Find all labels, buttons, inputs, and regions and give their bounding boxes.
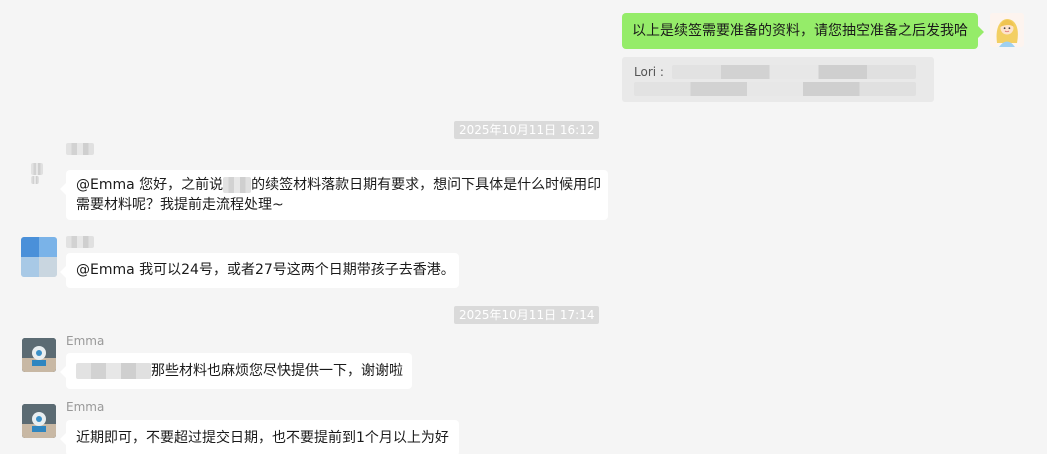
sender-name: Emma — [66, 334, 105, 348]
contact-avatar[interactable] — [21, 237, 57, 277]
self-avatar[interactable] — [990, 13, 1024, 47]
message-text: 的续签材料落款日期有要求，想问下具体是什么时候用印 — [251, 177, 602, 193]
message-text: 以上是续签需要准备的资料，请您抽空准备之后发我哈 — [632, 23, 968, 39]
incoming-message[interactable]: 近期即可，不要超过提交日期，也不要提前到1个月以上为好 — [60, 420, 459, 454]
quoted-message[interactable]: Lori : — [622, 57, 934, 102]
message-text: @Emma 我可以24号，或者27号这两个日期带孩子去香港。 — [76, 262, 455, 278]
sender-name: Emma — [66, 400, 105, 414]
incoming-message[interactable]: @Emma 您好，之前说 的续签材料落款日期有要求，想问下具体是什么时候用印 需要… — [60, 170, 608, 220]
redacted-text — [634, 82, 916, 96]
quote-sender-label: Lori : — [634, 65, 664, 79]
message-text: @Emma 您好，之前说 — [76, 177, 224, 193]
redacted-text — [76, 363, 151, 379]
princess-avatar-icon — [990, 13, 1024, 47]
timestamp: 2025年10月11日 16:12 — [454, 121, 600, 139]
message-line-1: @Emma 您好，之前说 的续签材料落款日期有要求，想问下具体是什么时候用印 — [76, 175, 602, 195]
toy-avatar-icon — [22, 338, 56, 372]
message-text: 那些材料也麻烦您尽快提供一下，谢谢啦 — [151, 363, 403, 379]
incoming-message[interactable]: @Emma 我可以24号，或者27号这两个日期带孩子去香港。 — [60, 253, 459, 288]
contact-avatar[interactable] — [22, 404, 56, 438]
message-line-2: 需要材料呢？我提前走流程处理~ — [76, 197, 284, 213]
contact-avatar[interactable] — [21, 153, 55, 187]
redacted-avatar-icon — [31, 163, 43, 175]
redacted-name — [223, 177, 252, 193]
timestamp: 2025年10月11日 17:14 — [454, 306, 600, 324]
redacted-avatar-icon — [31, 176, 39, 184]
redacted-sender-name — [66, 143, 94, 155]
pixelated-avatar-icon — [21, 237, 57, 277]
redacted-sender-name — [66, 236, 94, 248]
toy-avatar-icon — [22, 404, 56, 438]
outgoing-message[interactable]: 以上是续签需要准备的资料，请您抽空准备之后发我哈 — [622, 13, 984, 49]
message-text: 近期即可，不要超过提交日期，也不要提前到1个月以上为好 — [76, 430, 449, 446]
redacted-text — [672, 65, 916, 79]
contact-avatar[interactable] — [22, 338, 56, 372]
chat-window: 以上是续签需要准备的资料，请您抽空准备之后发我哈 Lori : 2025年10月… — [0, 0, 1047, 454]
incoming-message[interactable]: 那些材料也麻烦您尽快提供一下，谢谢啦 — [60, 353, 412, 389]
